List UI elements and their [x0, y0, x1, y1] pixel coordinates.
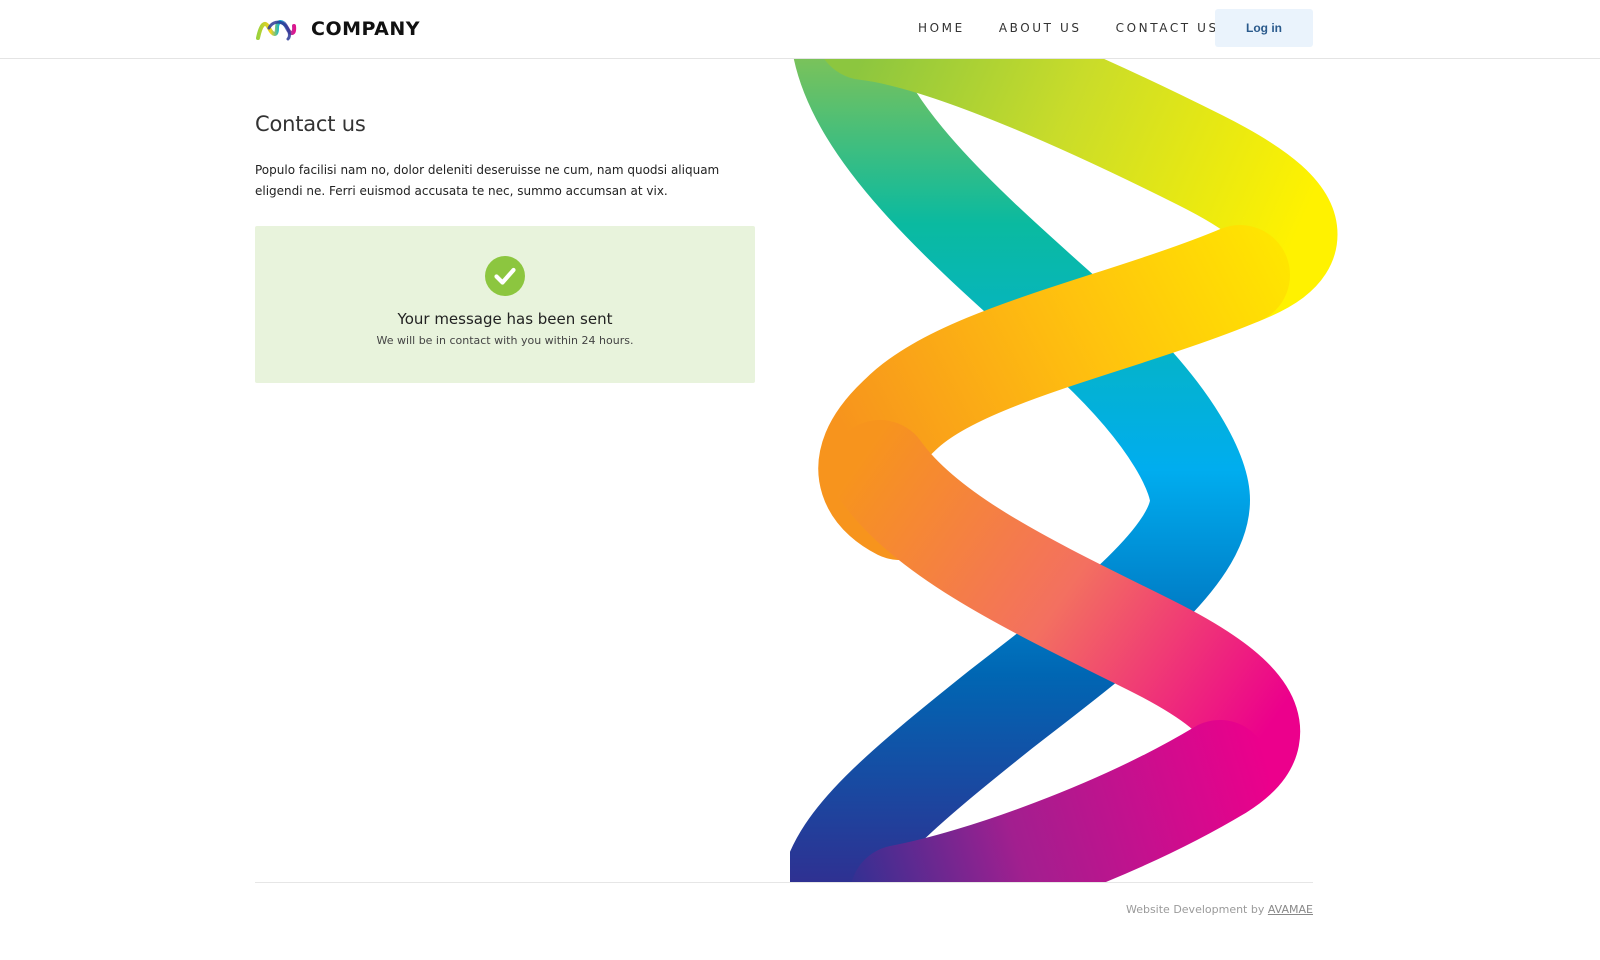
footer-credit: Website Development by AVAMAE: [1126, 903, 1313, 916]
intro-text: Populo facilisi nam no, dolor deleniti d…: [255, 163, 720, 198]
check-circle-icon: [485, 256, 525, 296]
site-header: COMPANY HOME ABOUT US CONTACT US Log in: [0, 0, 1600, 59]
success-message-box: Your message has been sent We will be in…: [255, 226, 755, 383]
company-name: COMPANY: [311, 18, 421, 40]
success-subtitle: We will be in contact with you within 24…: [376, 334, 634, 347]
company-logo[interactable]: COMPANY: [255, 15, 420, 43]
page-title: Contact us: [255, 112, 366, 136]
main-nav: HOME ABOUT US CONTACT US: [918, 21, 1253, 35]
avamae-link[interactable]: AVAMAE: [1268, 903, 1313, 916]
nav-item-contact-us[interactable]: CONTACT US: [1116, 21, 1219, 35]
footer-credit-text: Website Development by: [1125, 903, 1268, 916]
nav-item-home[interactable]: HOME: [918, 21, 965, 35]
footer-divider: [255, 882, 1313, 883]
success-title: Your message has been sent: [397, 310, 613, 328]
decorative-ribbon-graphic: [790, 59, 1337, 882]
company-logo-icon: [256, 20, 297, 41]
nav-item-about-us[interactable]: ABOUT US: [999, 21, 1082, 35]
login-button[interactable]: Log in: [1215, 9, 1313, 47]
